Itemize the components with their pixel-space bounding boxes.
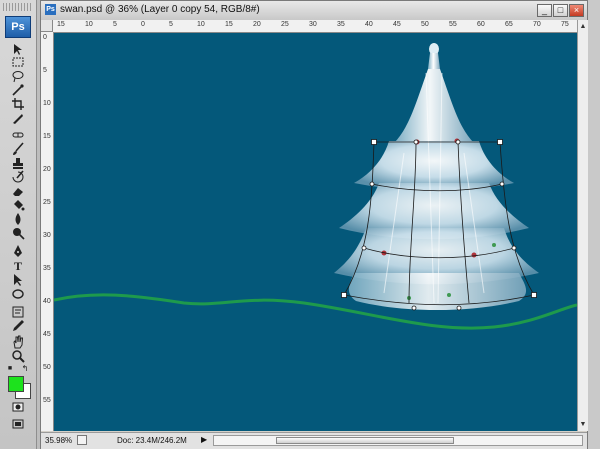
swap-colors-icon[interactable]: ↰ (20, 364, 30, 374)
history-brush-tool-icon[interactable] (11, 170, 25, 184)
ruler-origin[interactable] (41, 20, 53, 32)
ruler-tick-label: 20 (43, 166, 51, 173)
ruler-tick-label: 0 (141, 21, 145, 28)
screen-mode-tool-icon[interactable] (11, 417, 25, 431)
ruler-tick-label: 65 (505, 21, 513, 28)
healing-brush-tool-icon[interactable] (11, 128, 25, 142)
ruler-tick-label: 50 (43, 364, 51, 371)
notes-tool-icon[interactable] (11, 305, 25, 319)
ruler-tick-label: 35 (43, 265, 51, 272)
path-selection-tool-icon[interactable] (11, 273, 25, 287)
crop-tool-icon[interactable] (11, 97, 25, 111)
ruler-tick-label: 15 (43, 133, 51, 140)
paint-bucket-tool-icon[interactable] (11, 198, 25, 212)
vertical-scrollbar[interactable]: ▲ ▼ (577, 20, 588, 431)
image-canvas[interactable] (54, 33, 577, 431)
document-titlebar[interactable]: Ps swan.psd @ 36% (Layer 0 copy 54, RGB/… (41, 1, 587, 21)
ruler-tick-label: 5 (43, 67, 47, 74)
horizontal-ruler[interactable]: 15 10 5 0 5 10 15 20 25 30 35 40 45 50 55 60 65 70 75 (53, 20, 577, 33)
ruler-tick-label: 75 (561, 21, 569, 28)
ruler-tick-label: 15 (225, 21, 233, 28)
glass-tree (334, 43, 539, 310)
type-tool-icon[interactable]: T (11, 259, 25, 273)
move-tool-icon[interactable] (11, 42, 25, 56)
zoom-level[interactable]: 35.98% (45, 436, 72, 445)
ruler-tick-label: 30 (43, 232, 51, 239)
marquee-tool-icon[interactable] (11, 55, 25, 69)
quick-mask-tool-icon[interactable] (11, 400, 25, 414)
ruler-tick-label: 20 (253, 21, 261, 28)
tools-panel: Ps T ■ ↰ (0, 0, 37, 449)
ruler-tick-label: 15 (57, 21, 65, 28)
ruler-tick-label: 10 (43, 100, 51, 107)
ruler-tick-label: 25 (281, 21, 289, 28)
default-colors-icon[interactable]: ■ (5, 364, 15, 374)
status-menu-arrow-icon[interactable]: ▶ (201, 435, 207, 444)
horizontal-scrollbar[interactable] (213, 435, 583, 446)
close-button[interactable]: × (569, 4, 584, 17)
ruler-tick-label: 10 (197, 21, 205, 28)
scroll-down-icon[interactable]: ▼ (579, 420, 587, 429)
dodge-tool-icon[interactable] (11, 226, 25, 240)
scroll-up-icon[interactable]: ▲ (579, 22, 587, 31)
document-size-info: Doc: 23.4M/246.2M (117, 436, 187, 445)
zoom-tool-icon[interactable] (11, 349, 25, 363)
pen-tool-icon[interactable] (11, 244, 25, 258)
brush-tool-icon[interactable] (11, 142, 25, 156)
ruler-tick-label: 30 (309, 21, 317, 28)
eraser-tool-icon[interactable] (11, 184, 25, 198)
horizontal-scroll-thumb[interactable] (276, 437, 454, 444)
ruler-tick-label: 45 (43, 331, 51, 338)
panel-grip[interactable] (3, 3, 33, 11)
minimize-button[interactable]: _ (537, 4, 552, 17)
canvas-artwork (54, 43, 577, 330)
ruler-tick-label: 10 (85, 21, 93, 28)
hand-tool-icon[interactable] (11, 335, 25, 349)
ruler-tick-label: 70 (533, 21, 541, 28)
ruler-tick-label: 0 (43, 34, 47, 41)
foreground-color-swatch[interactable] (8, 376, 24, 392)
vertical-ruler[interactable]: 0 5 10 15 20 25 30 35 40 45 50 55 (41, 32, 54, 431)
ruler-tick-label: 45 (393, 21, 401, 28)
ruler-tick-label: 40 (43, 298, 51, 305)
ruler-tick-label: 55 (43, 397, 51, 404)
status-bar: 35.98% Doc: 23.4M/246.2M ▶ (41, 432, 587, 449)
ruler-tick-label: 5 (169, 21, 173, 28)
magic-wand-tool-icon[interactable] (11, 83, 25, 97)
eyedropper-tool-icon[interactable] (11, 319, 25, 333)
ruler-tick-label: 50 (421, 21, 429, 28)
ruler-tick-label: 40 (365, 21, 373, 28)
ruler-tick-label: 25 (43, 199, 51, 206)
slice-tool-icon[interactable] (11, 111, 25, 125)
blur-tool-icon[interactable] (11, 212, 25, 226)
photoshop-logo[interactable]: Ps (5, 16, 31, 38)
document-window: Ps swan.psd @ 36% (Layer 0 copy 54, RGB/… (40, 0, 588, 449)
ruler-tick-label: 60 (477, 21, 485, 28)
clone-stamp-tool-icon[interactable] (11, 156, 25, 170)
maximize-button[interactable]: □ (553, 4, 568, 17)
document-icon: Ps (45, 4, 56, 15)
ruler-tick-label: 55 (449, 21, 457, 28)
ruler-tick-label: 35 (337, 21, 345, 28)
status-options-icon[interactable] (77, 435, 87, 445)
ruler-tick-label: 5 (113, 21, 117, 28)
lasso-tool-icon[interactable] (11, 69, 25, 83)
document-title: swan.psd @ 36% (Layer 0 copy 54, RGB/8#) (60, 4, 260, 15)
shape-tool-icon[interactable] (11, 287, 25, 301)
